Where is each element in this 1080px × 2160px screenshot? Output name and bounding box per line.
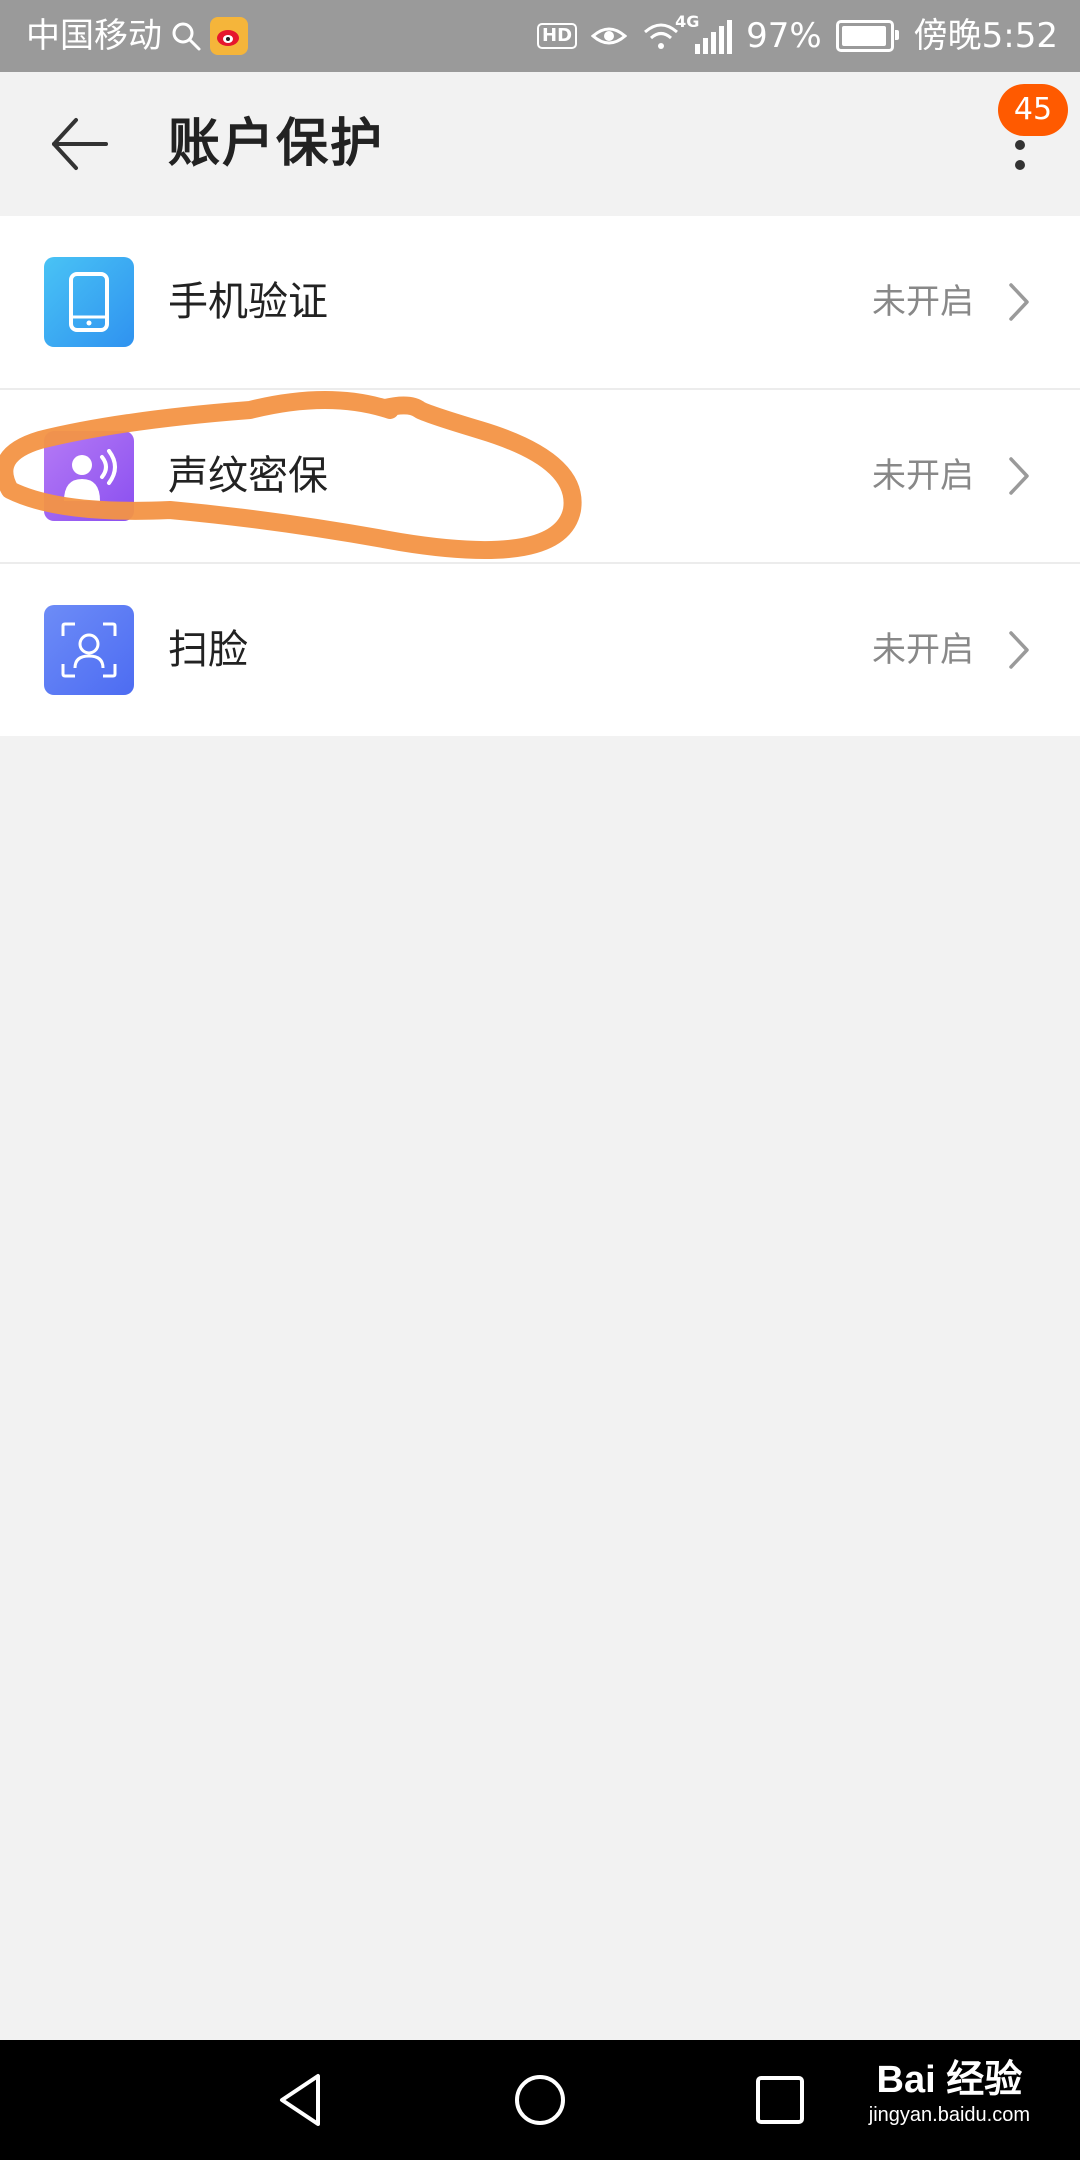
list-item-voiceprint[interactable]: 声纹密保 未开启: [0, 390, 1080, 564]
search-icon: [172, 22, 201, 51]
row-status: 未开启: [872, 630, 974, 670]
menu-dot: [1015, 160, 1025, 170]
system-nav-bar: Bai 经验 jingyan.baidu.com: [0, 2040, 1080, 2160]
eye-comfort-icon: [591, 27, 628, 45]
chevron-right-icon: [1009, 457, 1029, 495]
chevron-right-icon: [1009, 631, 1029, 669]
weibo-app-icon: [210, 17, 248, 55]
status-right: HD 4G 97% 傍晚5:52: [537, 0, 1058, 72]
row-status: 未开启: [872, 282, 974, 322]
battery-fill: [841, 26, 887, 46]
watermark-sub: jingyan.baidu.com: [868, 2104, 1030, 2126]
phone-icon: [44, 257, 134, 347]
row-label: 扫脸: [168, 627, 248, 673]
row-status: 未开启: [872, 456, 974, 496]
baidu-jingyan-watermark: Bai 经验 jingyan.baidu.com: [869, 2058, 1030, 2128]
protection-options-list: 手机验证 未开启 声纹密保 未开启 扫脸 未开启: [0, 216, 1080, 736]
back-arrow-icon[interactable]: [46, 112, 116, 176]
menu-dot: [1015, 140, 1025, 150]
list-item-face-scan[interactable]: 扫脸 未开启: [0, 564, 1080, 736]
battery-percent: 97%: [746, 16, 822, 56]
network-type-label: 4G: [675, 12, 700, 31]
page-title: 账户保护: [168, 114, 385, 174]
notification-badge: 45: [998, 84, 1068, 136]
chevron-right-icon: [1009, 283, 1029, 321]
face-scan-icon: [44, 605, 134, 695]
voiceprint-icon: [44, 431, 134, 521]
signal-indicator: 4G: [675, 14, 733, 54]
app-header: 账户保护 45: [0, 72, 1080, 216]
carrier-label: 中国移动: [26, 16, 162, 56]
watermark-main: Bai 经验: [876, 2059, 1023, 2101]
battery-icon: [835, 20, 899, 52]
status-left: 中国移动: [26, 0, 248, 72]
nav-home-icon[interactable]: [510, 2070, 570, 2130]
list-item-phone-verification[interactable]: 手机验证 未开启: [0, 216, 1080, 390]
row-label: 声纹密保: [168, 453, 328, 499]
hd-indicator: HD: [537, 23, 578, 49]
nav-back-icon[interactable]: [272, 2070, 332, 2130]
status-bar: 中国移动 HD 4G 97% 傍晚5:52: [0, 0, 1080, 72]
clock: 傍晚5:52: [913, 16, 1058, 56]
row-label: 手机验证: [168, 279, 328, 325]
nav-recents-icon[interactable]: [750, 2070, 810, 2130]
